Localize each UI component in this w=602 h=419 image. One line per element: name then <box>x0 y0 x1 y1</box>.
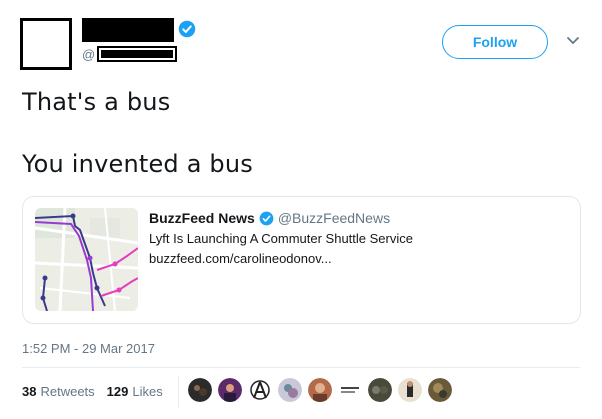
avatar-redacted[interactable] <box>20 18 72 70</box>
liker-avatar[interactable] <box>398 378 422 402</box>
card-map-thumbnail <box>35 208 138 311</box>
tweet-stats: 38 Retweets 129 Likes <box>22 384 175 399</box>
liker-avatars <box>188 378 458 402</box>
tweet-text-line-2: You invented a bus <box>22 150 253 178</box>
retweet-label[interactable]: Retweets <box>40 384 94 399</box>
display-name-redacted[interactable] <box>82 18 174 42</box>
verified-icon <box>178 20 196 38</box>
quoted-tweet-card[interactable]: BuzzFeed News @BuzzFeedNews Lyft Is Laun… <box>22 196 581 324</box>
like-label[interactable]: Likes <box>132 384 162 399</box>
divider <box>22 367 580 368</box>
card-author-name[interactable]: BuzzFeed News <box>149 210 255 226</box>
tweet-timestamp[interactable]: 1:52 PM - 29 Mar 2017 <box>22 341 155 356</box>
liker-avatar[interactable] <box>278 378 302 402</box>
handle-redacted <box>97 46 178 62</box>
liker-avatar[interactable] <box>218 378 242 402</box>
handle-row: @ <box>82 46 178 62</box>
card-headline: Lyft Is Launching A Commuter Shuttle Ser… <box>149 231 413 246</box>
chevron-down-icon[interactable] <box>566 36 580 46</box>
stats-separator <box>178 376 179 408</box>
handle-at: @ <box>82 46 96 62</box>
like-count[interactable]: 129 <box>107 384 129 399</box>
retweet-count[interactable]: 38 <box>22 384 36 399</box>
tweet-text-line-1: That's a bus <box>22 88 171 116</box>
card-header: BuzzFeed News @BuzzFeedNews <box>149 210 413 226</box>
card-author-handle[interactable]: @BuzzFeedNews <box>278 210 390 226</box>
card-link-domain[interactable]: buzzfeed.com/carolineodonov... <box>149 251 413 266</box>
liker-avatar[interactable] <box>188 378 212 402</box>
verified-icon <box>259 211 274 225</box>
liker-avatar[interactable] <box>338 378 362 402</box>
liker-avatar[interactable] <box>428 378 452 402</box>
liker-avatar[interactable] <box>308 378 332 402</box>
liker-avatar[interactable] <box>248 378 272 402</box>
liker-avatar[interactable] <box>368 378 392 402</box>
card-body: BuzzFeed News @BuzzFeedNews Lyft Is Laun… <box>149 210 413 266</box>
follow-button[interactable]: Follow <box>442 25 548 59</box>
